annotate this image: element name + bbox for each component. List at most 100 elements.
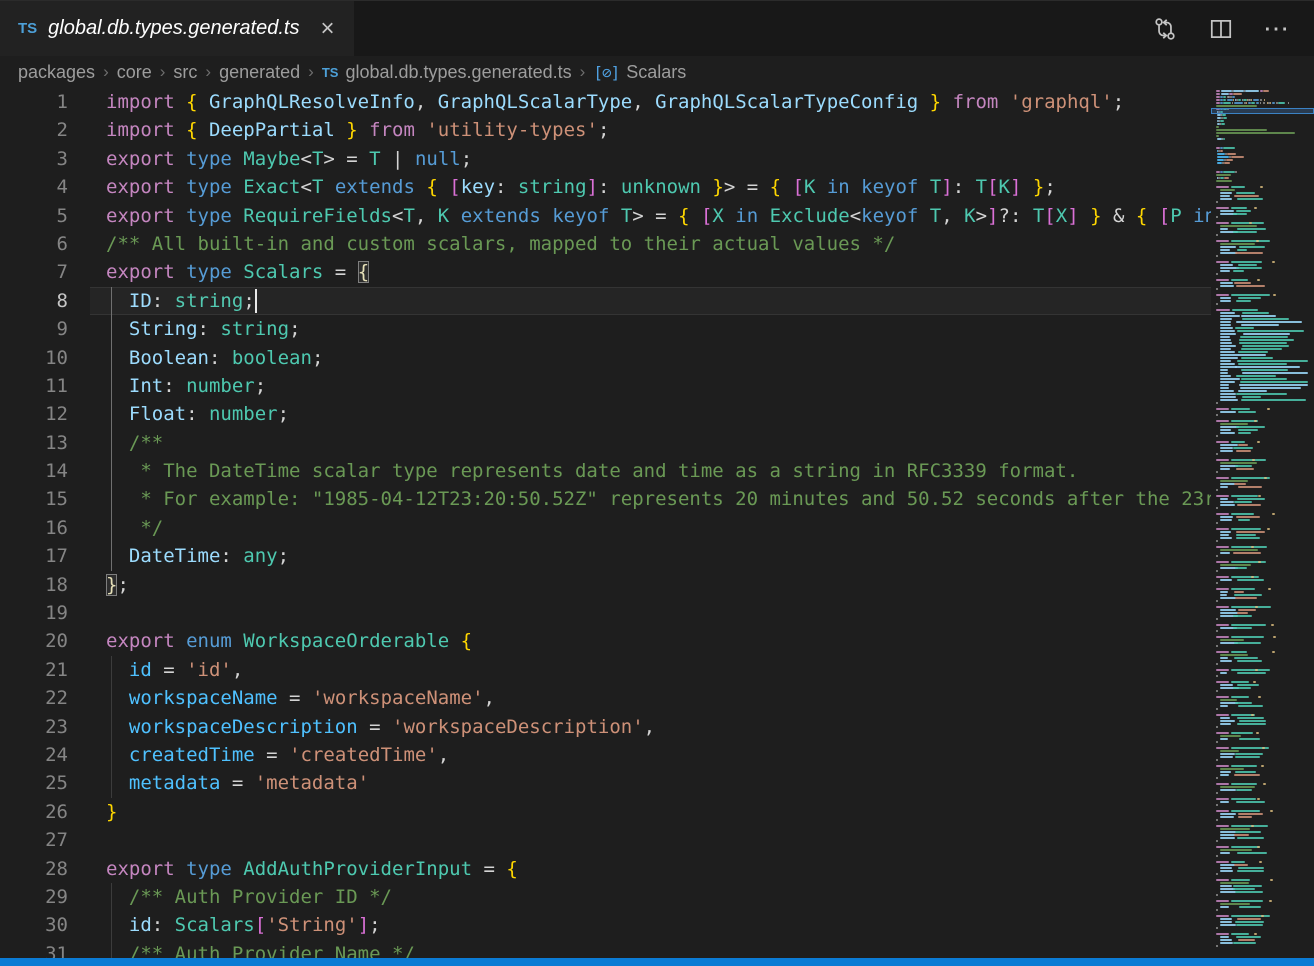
code-line[interactable]: 20export enum WorkspaceOrderable {	[0, 627, 1211, 655]
line-number[interactable]: 19	[0, 599, 68, 627]
line-number[interactable]: 23	[0, 713, 68, 741]
minimap-line	[1220, 564, 1251, 566]
line-number[interactable]: 7	[0, 258, 68, 286]
minimap-line	[1260, 102, 1261, 104]
code-line[interactable]: 30 id: Scalars['String'];	[0, 911, 1211, 939]
line-number[interactable]: 3	[0, 145, 68, 173]
code-line[interactable]: 5export type RequireFields<T, K extends …	[0, 202, 1211, 230]
line-number[interactable]: 8	[0, 287, 68, 315]
minimap-line	[1238, 363, 1287, 365]
line-number[interactable]: 24	[0, 741, 68, 769]
line-number[interactable]: 27	[0, 826, 68, 854]
tab-title: global.db.types.generated.ts	[48, 17, 299, 40]
code-line[interactable]: 19	[0, 599, 1211, 627]
code-line[interactable]: 16 */	[0, 514, 1211, 542]
more-actions-button[interactable]: ⋯	[1262, 14, 1292, 44]
minimap-line	[1231, 636, 1264, 638]
line-number[interactable]: 26	[0, 798, 68, 826]
breadcrumb-item-core[interactable]: core	[117, 62, 152, 83]
minimap-line	[1237, 717, 1264, 719]
code-line[interactable]: 24 createdTime = 'createdTime',	[0, 741, 1211, 769]
minimap-line	[1241, 315, 1276, 317]
line-number[interactable]: 29	[0, 883, 68, 911]
tab-active[interactable]: TS global.db.types.generated.ts ×	[0, 1, 354, 56]
minimap[interactable]	[1211, 88, 1314, 966]
open-changes-button[interactable]	[1150, 14, 1180, 44]
minimap-line	[1236, 192, 1255, 194]
minimap-line	[1220, 321, 1231, 323]
code-line[interactable]: 8 ID: string;	[0, 287, 1211, 315]
code-area[interactable]: 1import { GraphQLResolveInfo, GraphQLSca…	[0, 88, 1211, 966]
code-line[interactable]: 22 workspaceName = 'workspaceName',	[0, 684, 1211, 712]
line-number[interactable]: 10	[0, 344, 68, 372]
line-number[interactable]: 6	[0, 230, 68, 258]
code-line[interactable]: 15 * For example: "1985-04-12T23:20:50.5…	[0, 485, 1211, 513]
line-number[interactable]: 11	[0, 372, 68, 400]
code-line[interactable]: 23 workspaceDescription = 'workspaceDesc…	[0, 713, 1211, 741]
code-line[interactable]: 6/** All built-in and custom scalars, ma…	[0, 230, 1211, 258]
code-line[interactable]: 28export type AddAuthProviderInput = {	[0, 855, 1211, 883]
minimap-line	[1226, 159, 1234, 161]
minimap-line	[1237, 249, 1247, 251]
breadcrumb-item-global-db-types-generated-ts[interactable]: TSglobal.db.types.generated.ts	[322, 62, 572, 83]
line-number[interactable]: 5	[0, 202, 68, 230]
minimap-line	[1216, 600, 1218, 602]
minimap-line	[1233, 213, 1247, 215]
minimap-line	[1237, 837, 1264, 839]
line-number[interactable]: 20	[0, 627, 68, 655]
code-line[interactable]: 10 Boolean: boolean;	[0, 344, 1211, 372]
code-line[interactable]: 17 DateTime: any;	[0, 542, 1211, 570]
code-line[interactable]: 26}	[0, 798, 1211, 826]
line-number[interactable]: 21	[0, 656, 68, 684]
code-line[interactable]: 12 Float: number;	[0, 400, 1211, 428]
breadcrumb-item-packages[interactable]: packages	[18, 62, 95, 83]
breadcrumb-item-src[interactable]: src	[173, 62, 197, 83]
line-number[interactable]: 14	[0, 457, 68, 485]
line-number[interactable]: 13	[0, 429, 68, 457]
code-line[interactable]: 13 /**	[0, 429, 1211, 457]
line-number[interactable]: 12	[0, 400, 68, 428]
code-line[interactable]: 7export type Scalars = {	[0, 258, 1211, 286]
status-bar[interactable]	[0, 958, 1314, 966]
code-line[interactable]: 9 String: string;	[0, 315, 1211, 343]
line-number[interactable]: 9	[0, 315, 68, 343]
split-editor-button[interactable]	[1206, 14, 1236, 44]
code-line[interactable]: 2import { DeepPartial } from 'utility-ty…	[0, 116, 1211, 144]
code-line[interactable]: 14 * The DateTime scalar type represents…	[0, 457, 1211, 485]
code-line[interactable]: 3export type Maybe<T> = T | null;	[0, 145, 1211, 173]
minimap-line	[1216, 489, 1218, 491]
minimap-line	[1220, 339, 1231, 341]
line-number[interactable]: 18	[0, 571, 68, 599]
code-line[interactable]: 25 metadata = 'metadata'	[0, 769, 1211, 797]
code-line[interactable]: 11 Int: number;	[0, 372, 1211, 400]
minimap-line	[1220, 375, 1231, 377]
minimap-line	[1220, 243, 1255, 245]
code-line[interactable]: 1import { GraphQLResolveInfo, GraphQLSca…	[0, 88, 1211, 116]
minimap-line	[1231, 222, 1264, 224]
breadcrumb-item-scalars[interactable]: [⊘]Scalars	[593, 62, 686, 83]
line-number[interactable]: 30	[0, 911, 68, 939]
minimap-line	[1220, 918, 1232, 920]
line-number[interactable]: 17	[0, 542, 68, 570]
line-number[interactable]: 2	[0, 116, 68, 144]
breadcrumb-item-generated[interactable]: generated	[219, 62, 300, 83]
code-line[interactable]: 29 /** Auth Provider ID */	[0, 883, 1211, 911]
code-line[interactable]: 21 id = 'id',	[0, 656, 1211, 684]
line-number[interactable]: 1	[0, 88, 68, 116]
code-line[interactable]: 27	[0, 826, 1211, 854]
minimap-line	[1231, 294, 1270, 296]
line-number[interactable]: 4	[0, 173, 68, 201]
code-line[interactable]: 18};	[0, 571, 1211, 599]
minimap-line	[1220, 264, 1233, 266]
minimap-line	[1220, 462, 1257, 464]
minimap-line	[1216, 240, 1229, 242]
line-number[interactable]: 15	[0, 485, 68, 513]
line-number[interactable]: 16	[0, 514, 68, 542]
minimap-line	[1267, 528, 1270, 530]
close-tab-icon[interactable]: ×	[316, 17, 338, 41]
code-line[interactable]: 4export type Exact<T extends { [key: str…	[0, 173, 1211, 201]
minimap-line	[1220, 831, 1236, 833]
line-number[interactable]: 25	[0, 769, 68, 797]
line-number[interactable]: 28	[0, 855, 68, 883]
line-number[interactable]: 22	[0, 684, 68, 712]
